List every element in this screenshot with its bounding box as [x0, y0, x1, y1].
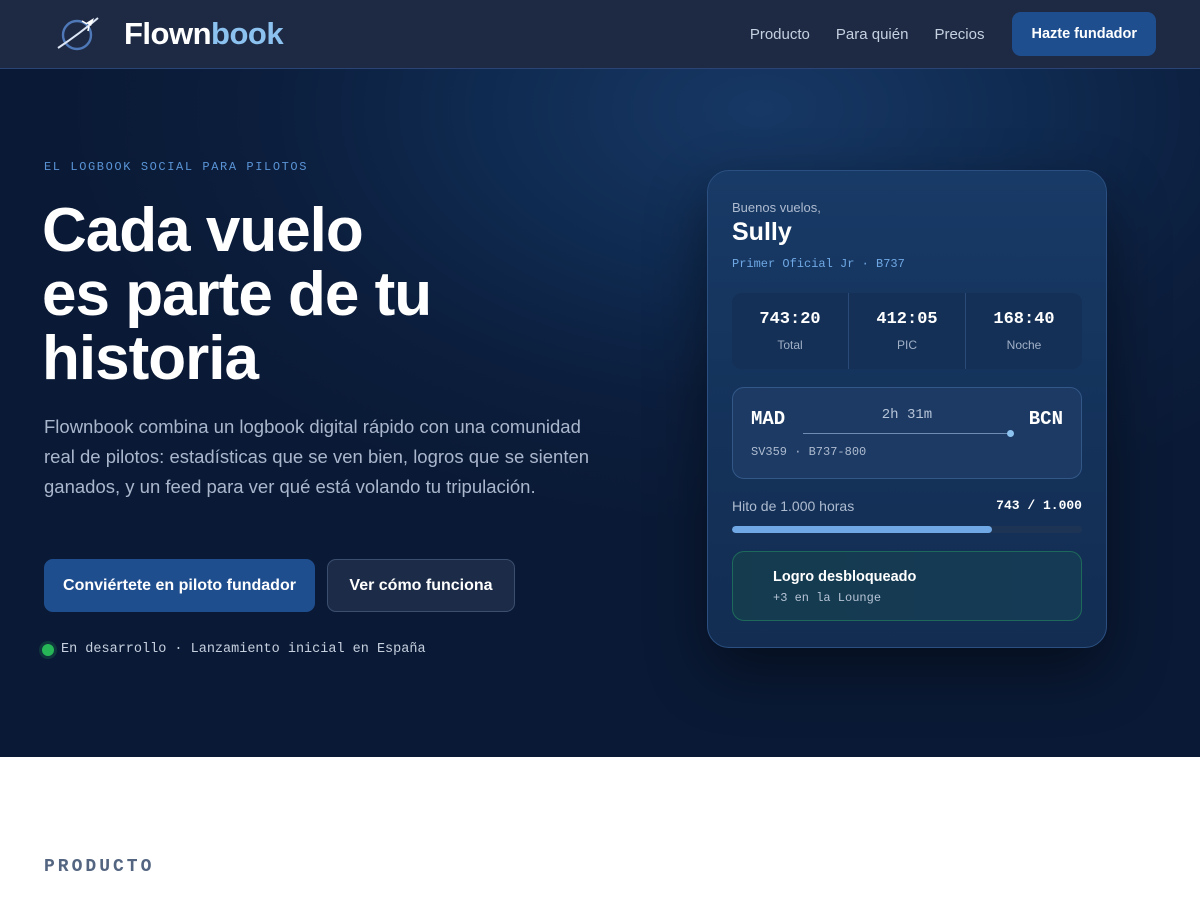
headline-line-3: historia: [42, 324, 259, 393]
stat-value: 743:20: [759, 310, 821, 329]
pilot-role: Primer Oficial Jr · B737: [732, 257, 905, 271]
last-flight-route: MAD 2h 31m BCN SV359 · B737-800: [732, 387, 1082, 479]
brand-logo-link[interactable]: Flownbook: [56, 14, 284, 54]
main-nav: Producto Para quién Precios Hazte fundad…: [750, 12, 1156, 56]
route-origin: MAD: [751, 408, 786, 430]
development-status: En desarrollo · Lanzamiento inicial en E…: [42, 642, 426, 657]
stat-value: 412:05: [876, 310, 938, 329]
hero-headline: Cada vuelo es parte de tu historia: [42, 199, 642, 391]
status-text: En desarrollo · Lanzamiento inicial en E…: [61, 642, 426, 657]
milestone-label: Hito de 1.000 horas: [732, 498, 855, 514]
stat-noche: 168:40 Noche: [965, 293, 1082, 369]
route-duration: 2h 31m: [881, 407, 933, 423]
hero-section: EL LOGBOOK SOCIAL PARA PILOTOS Cada vuel…: [0, 69, 1200, 757]
achievement-subtitle: +3 en la Lounge: [773, 591, 882, 605]
stat-pic: 412:05 PIC: [848, 293, 965, 369]
milestone-progress-bar: [732, 526, 1082, 533]
card-greeting: Buenos vuelos,: [732, 200, 821, 215]
status-dot-icon: [42, 643, 54, 656]
headline-line-1: Cada vuelo: [42, 196, 364, 265]
hero-eyebrow: EL LOGBOOK SOCIAL PARA PILOTOS: [44, 160, 309, 174]
flight-hours-stats: 743:20 Total 412:05 PIC 168:40 Noche: [732, 293, 1082, 369]
pilot-name: Sully: [732, 218, 792, 246]
piloto-fundador-button[interactable]: Conviértete en piloto fundador: [44, 559, 315, 612]
route-flight-number: SV359 · B737-800: [751, 445, 867, 459]
milestone-progress-fill: [732, 526, 993, 533]
ver-como-funciona-button[interactable]: Ver cómo funciona: [327, 559, 515, 612]
producto-section-eyebrow: PRODUCTO: [44, 857, 155, 877]
brand-name: Flownbook: [124, 16, 284, 51]
nav-link-producto[interactable]: Producto: [750, 26, 810, 43]
planet-airplane-icon: [57, 17, 99, 51]
hazte-fundador-button[interactable]: Hazte fundador: [1012, 12, 1156, 56]
milestone-value: 743 / 1.000: [996, 498, 1082, 513]
stat-total: 743:20 Total: [732, 293, 848, 369]
stat-label: Noche: [1006, 338, 1042, 352]
route-progress-dot-icon: [1007, 430, 1014, 437]
top-navigation-bar: Flownbook Producto Para quién Precios Ha…: [0, 0, 1200, 69]
route-line: [803, 433, 1011, 434]
achievement-title: Logro desbloqueado: [773, 569, 917, 585]
nav-link-para-quien[interactable]: Para quién: [836, 26, 909, 43]
pilot-profile-card: Buenos vuelos, Sully Primer Oficial Jr ·…: [707, 170, 1107, 648]
headline-line-2: es parte de tu: [42, 260, 432, 329]
stat-label: PIC: [896, 338, 917, 352]
route-destination: BCN: [1028, 408, 1063, 430]
stat-value: 168:40: [993, 310, 1055, 329]
stat-label: Total: [777, 338, 803, 352]
nav-link-precios[interactable]: Precios: [934, 26, 984, 43]
achievement-notification: Logro desbloqueado +3 en la Lounge: [732, 551, 1082, 621]
hero-lead-text: Flownbook combina un logbook digital ráp…: [44, 416, 590, 497]
